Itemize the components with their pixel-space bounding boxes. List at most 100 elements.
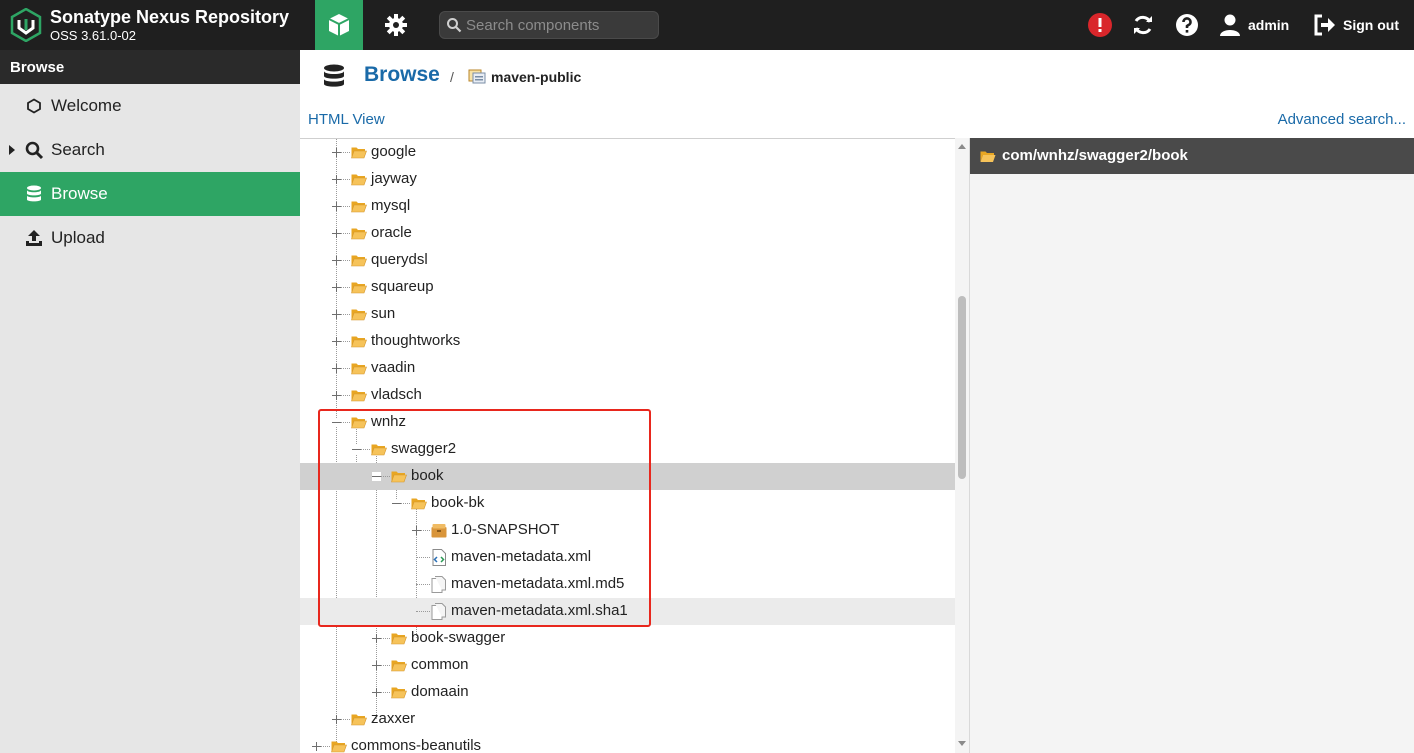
repository-group-icon bbox=[468, 69, 486, 84]
advanced-search-link[interactable]: Advanced search... bbox=[1278, 111, 1406, 128]
tree-node-book-bk[interactable]: book-bk bbox=[300, 490, 955, 517]
expand-icon[interactable] bbox=[332, 175, 341, 184]
tree-node-maven-metadata-xml-sha1[interactable]: maven-metadata.xml.sha1 bbox=[300, 598, 955, 625]
tree-node-label: swagger2 bbox=[391, 440, 457, 457]
html-view-link[interactable]: HTML View bbox=[308, 111, 385, 128]
collapse-icon[interactable] bbox=[352, 445, 361, 454]
tree-node-label: sun bbox=[371, 305, 396, 322]
expand-icon[interactable] bbox=[332, 202, 341, 211]
collapse-icon[interactable] bbox=[392, 499, 401, 508]
expand-icon[interactable] bbox=[332, 337, 341, 346]
breadcrumb-repository: maven-public bbox=[491, 69, 582, 85]
scroll-up-arrow-icon[interactable] bbox=[958, 144, 966, 149]
tree-node-book[interactable]: book bbox=[300, 463, 955, 490]
component-search[interactable] bbox=[439, 11, 659, 39]
sidebar-item-browse[interactable]: Browse bbox=[0, 172, 300, 216]
folder-icon bbox=[391, 632, 407, 645]
repository-tree[interactable]: google jayway mysql oracle querydsl squareup s… bbox=[300, 138, 969, 753]
sidebar-item-label: Welcome bbox=[51, 96, 122, 115]
sign-out-label: Sign out bbox=[1343, 17, 1399, 33]
sign-out-button[interactable]: Sign out bbox=[1313, 10, 1399, 40]
folder-icon bbox=[331, 740, 347, 753]
breadcrumb-separator: / bbox=[450, 69, 454, 85]
tree-node-zaxxer[interactable]: zaxxer bbox=[300, 706, 955, 733]
tree-node-jayway[interactable]: jayway bbox=[300, 166, 955, 193]
tree-node-1-0-snapshot[interactable]: 1.0-SNAPSHOT bbox=[300, 517, 955, 544]
nexus-logo-icon bbox=[10, 8, 42, 42]
expand-icon[interactable] bbox=[332, 229, 341, 238]
breadcrumb-browse-link[interactable]: Browse bbox=[364, 63, 440, 87]
tree-node-label: wnhz bbox=[371, 413, 407, 430]
sidebar-title: Browse bbox=[0, 50, 300, 84]
tree-node-squareup[interactable]: squareup bbox=[300, 274, 955, 301]
detail-panel: com/wnhz/swagger2/book bbox=[969, 138, 1414, 753]
system-alert-button[interactable] bbox=[1087, 12, 1113, 38]
expand-icon[interactable] bbox=[332, 364, 341, 373]
help-icon bbox=[1176, 14, 1198, 36]
tree-connector bbox=[416, 611, 430, 612]
tree-node-vaadin[interactable]: vaadin bbox=[300, 355, 955, 382]
tree-node-label: domaain bbox=[411, 683, 469, 700]
folder-icon bbox=[351, 281, 367, 294]
tree-node-label: vaadin bbox=[371, 359, 416, 376]
folder-icon bbox=[371, 443, 387, 456]
refresh-button[interactable] bbox=[1130, 12, 1156, 38]
folder-icon bbox=[351, 362, 367, 375]
scroll-thumb[interactable] bbox=[958, 296, 966, 479]
expand-icon[interactable] bbox=[332, 283, 341, 292]
browse-mode-button[interactable] bbox=[315, 0, 363, 50]
database-icon bbox=[24, 185, 44, 203]
tree-node-maven-metadata-xml-md5[interactable]: maven-metadata.xml.md5 bbox=[300, 571, 955, 598]
scroll-down-arrow-icon[interactable] bbox=[958, 741, 966, 746]
folder-icon bbox=[351, 173, 367, 186]
search-input[interactable] bbox=[466, 15, 654, 35]
sidebar-item-upload[interactable]: Upload bbox=[0, 216, 300, 260]
collapse-icon[interactable] bbox=[332, 418, 341, 427]
tree-scrollbar[interactable] bbox=[955, 138, 969, 753]
expand-icon[interactable] bbox=[312, 742, 321, 751]
search-icon bbox=[447, 18, 462, 33]
user-account-button[interactable]: admin bbox=[1218, 10, 1289, 40]
expand-icon[interactable] bbox=[372, 634, 381, 643]
expand-icon[interactable] bbox=[332, 391, 341, 400]
sidebar-item-welcome[interactable]: Welcome bbox=[0, 84, 300, 128]
expand-icon[interactable] bbox=[332, 148, 341, 157]
admin-settings-button[interactable] bbox=[372, 0, 420, 50]
detail-path: com/wnhz/swagger2/book bbox=[1002, 147, 1188, 164]
tree-node-label: thoughtworks bbox=[371, 332, 461, 349]
collapse-icon[interactable] bbox=[372, 472, 381, 481]
help-button[interactable] bbox=[1174, 12, 1200, 38]
expand-icon[interactable] bbox=[332, 256, 341, 265]
expand-icon[interactable] bbox=[372, 661, 381, 670]
cube-icon bbox=[328, 14, 350, 36]
tree-node-querydsl[interactable]: querydsl bbox=[300, 247, 955, 274]
tree-node-common[interactable]: common bbox=[300, 652, 955, 679]
tree-node-thoughtworks[interactable]: thoughtworks bbox=[300, 328, 955, 355]
tree-node-google[interactable]: google bbox=[300, 139, 955, 166]
tree-node-mysql[interactable]: mysql bbox=[300, 193, 955, 220]
tree-node-book-swagger[interactable]: book-swagger bbox=[300, 625, 955, 652]
tree-node-label: vladsch bbox=[371, 386, 422, 403]
expand-icon[interactable] bbox=[332, 310, 341, 319]
tree-node-domaain[interactable]: domaain bbox=[300, 679, 955, 706]
tree-node-swagger2[interactable]: swagger2 bbox=[300, 436, 955, 463]
tree-node-label: maven-metadata.xml.sha1 bbox=[451, 602, 628, 619]
app-name: Sonatype Nexus Repository bbox=[50, 7, 290, 27]
file-icon bbox=[431, 603, 447, 620]
folder-icon bbox=[351, 200, 367, 213]
tree-node-maven-metadata-xml[interactable]: maven-metadata.xml bbox=[300, 544, 955, 571]
tree-node-wnhz[interactable]: wnhz bbox=[300, 409, 955, 436]
tree-node-label: commons-beanutils bbox=[351, 737, 482, 753]
tree-node-label: google bbox=[371, 143, 417, 160]
expand-icon[interactable] bbox=[332, 715, 341, 724]
tree-node-label: squareup bbox=[371, 278, 434, 295]
tree-node-label: 1.0-SNAPSHOT bbox=[451, 521, 560, 538]
tree-node-vladsch[interactable]: vladsch bbox=[300, 382, 955, 409]
expand-icon[interactable] bbox=[412, 526, 421, 535]
caret-right-icon[interactable] bbox=[9, 145, 15, 155]
tree-node-oracle[interactable]: oracle bbox=[300, 220, 955, 247]
tree-node-commons-beanutils[interactable]: commons-beanutils bbox=[300, 733, 955, 753]
tree-node-sun[interactable]: sun bbox=[300, 301, 955, 328]
expand-icon[interactable] bbox=[372, 688, 381, 697]
sidebar-item-search[interactable]: Search bbox=[0, 128, 300, 172]
